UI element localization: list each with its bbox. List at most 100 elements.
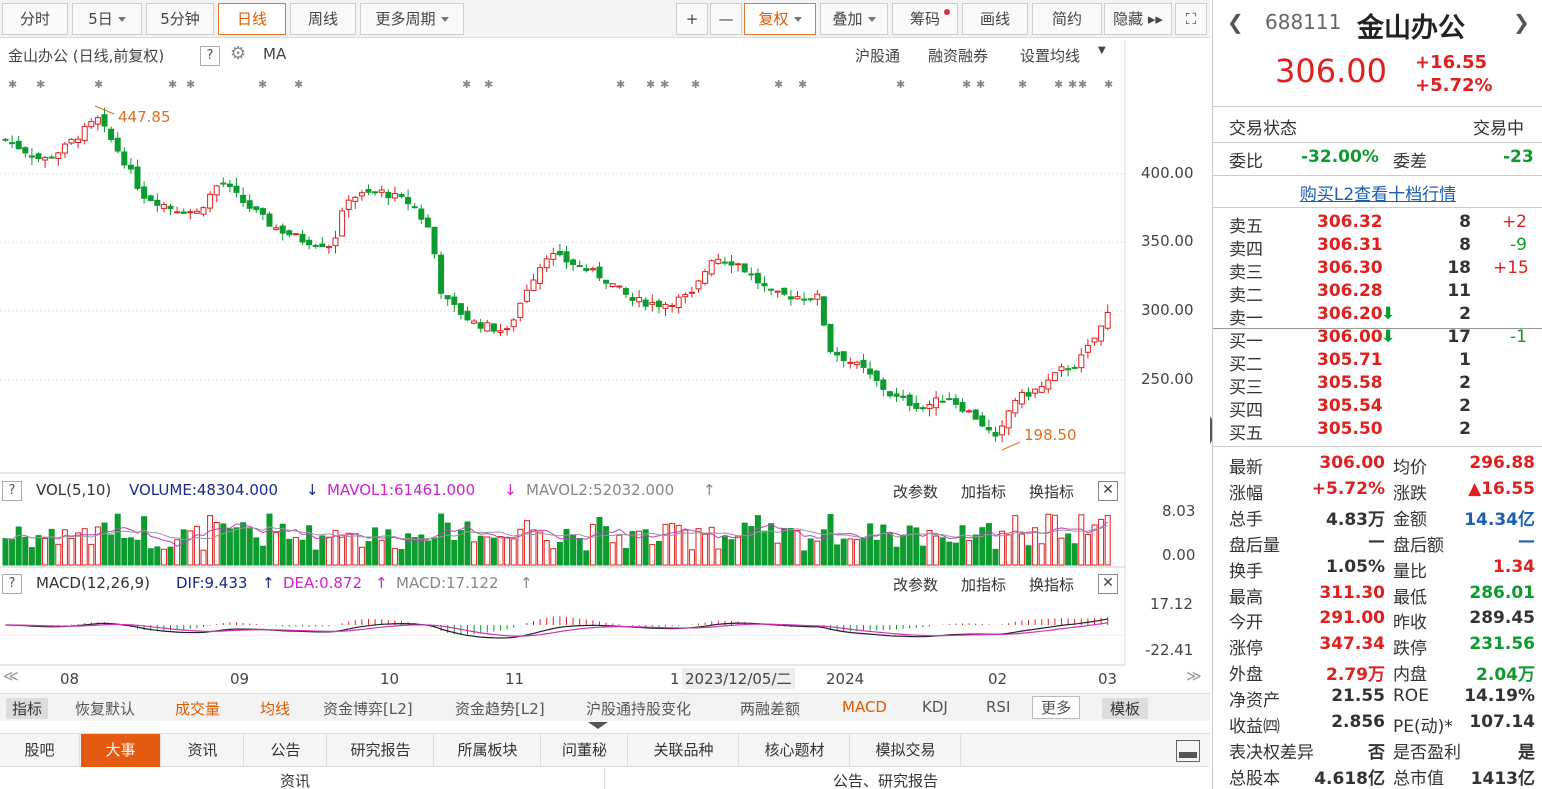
event-marker-icon[interactable]: ✱: [484, 78, 493, 91]
vol-switch-indicator-button[interactable]: 换指标: [1029, 481, 1074, 502]
tab-news[interactable]: 资讯: [162, 734, 244, 767]
restore-default-button[interactable]: 恢复默认: [75, 698, 135, 719]
volume-bar: [609, 542, 616, 566]
event-marker-icon[interactable]: ✱: [1018, 78, 1027, 91]
candle: [504, 328, 511, 331]
volume-bar: [728, 539, 735, 566]
volume-bar: [1051, 514, 1058, 566]
tab-announcements[interactable]: 公告: [245, 734, 327, 767]
volume-bar: [1065, 533, 1072, 566]
event-marker-icon[interactable]: ✱: [798, 78, 807, 91]
candle: [35, 153, 42, 159]
volume-bar: [985, 523, 992, 566]
event-marker-icon[interactable]: ✱: [646, 78, 655, 91]
arrow-down-icon: ⬇: [1381, 304, 1396, 324]
stat-label: 跌停: [1393, 639, 1427, 660]
fund-game-button[interactable]: 资金博弈[L2]: [323, 698, 413, 719]
candle: [114, 137, 121, 152]
volume-bar: [372, 527, 379, 566]
event-marker-icon[interactable]: ✱: [186, 78, 195, 91]
tab-sectors[interactable]: 所属板块: [435, 734, 541, 767]
volume-bar: [827, 514, 834, 566]
event-marker-icon[interactable]: ✱: [1054, 78, 1063, 91]
event-marker-icon[interactable]: ✱: [8, 78, 17, 91]
event-marker-icon[interactable]: ✱: [1068, 78, 1077, 91]
rsi-indicator-button[interactable]: RSI: [986, 698, 1010, 716]
bottom-content-header: 资讯 公告、研究报告: [0, 768, 1210, 789]
tab-events[interactable]: 大事: [81, 734, 161, 767]
candle: [55, 152, 62, 159]
event-marker-icon[interactable]: ✱: [896, 78, 905, 91]
close-icon[interactable]: ✕: [1098, 574, 1118, 594]
kdj-indicator-button[interactable]: KDJ: [922, 698, 948, 716]
volume-bar: [9, 538, 16, 566]
macd-edit-params-button[interactable]: 改参数: [893, 574, 938, 595]
volume-bar: [75, 532, 82, 566]
quote-panel: ❮ 688111 金山办公 ❯ 306.00 +16.55 +5.72% 交易状…: [1212, 0, 1542, 789]
stat-label: 盘后量: [1229, 535, 1280, 556]
volume-bar: [174, 539, 181, 566]
close-icon[interactable]: ✕: [1098, 481, 1118, 501]
stat-label: 金额: [1393, 509, 1427, 530]
template-button[interactable]: 模板: [1102, 698, 1149, 719]
candle: [187, 211, 194, 214]
tab-sim-trading[interactable]: 模拟交易: [851, 734, 961, 767]
stat-label: ROE: [1393, 686, 1429, 707]
candle: [761, 283, 768, 287]
fund-trend-button[interactable]: 资金趋势[L2]: [455, 698, 545, 719]
scroll-left-icon[interactable]: ≪: [3, 667, 19, 685]
help-icon[interactable]: ?: [2, 574, 22, 594]
candle: [94, 117, 101, 125]
tab-related[interactable]: 关联品种: [629, 734, 739, 767]
event-marker-icon[interactable]: ✱: [774, 78, 783, 91]
volume-tick: 8.03: [1162, 502, 1196, 520]
event-marker-icon[interactable]: ✱: [258, 78, 267, 91]
order-label: 买一: [1229, 332, 1263, 352]
macd-switch-indicator-button[interactable]: 换指标: [1029, 574, 1074, 595]
prev-stock-icon[interactable]: ❮: [1227, 10, 1244, 34]
event-marker-icon[interactable]: ✱: [36, 78, 45, 91]
scroll-right-icon[interactable]: ≫: [1186, 667, 1202, 685]
tab-research[interactable]: 研究报告: [328, 734, 434, 767]
more-indicators-button[interactable]: 更多: [1032, 696, 1081, 719]
volume-bar: [834, 544, 841, 566]
volume-bar: [926, 529, 933, 566]
vol-add-indicator-button[interactable]: 加指标: [961, 481, 1006, 502]
indicator-tab[interactable]: 指标: [6, 698, 49, 719]
candle: [880, 379, 887, 390]
macd-indicator-button[interactable]: MACD: [842, 698, 887, 716]
order-price: 306.30: [1317, 258, 1383, 278]
volume-bar: [68, 537, 75, 566]
event-marker-icon[interactable]: ✱: [462, 78, 471, 91]
dock-panel-icon[interactable]: [1176, 740, 1200, 762]
ma-indicator-button[interactable]: 均线: [260, 698, 290, 719]
hk-holding-button[interactable]: 沪股通持股变化: [586, 698, 691, 719]
event-marker-icon[interactable]: ✱: [1078, 78, 1087, 91]
event-marker-icon[interactable]: ✱: [94, 78, 103, 91]
event-marker-icon[interactable]: ✱: [691, 78, 700, 91]
next-stock-icon[interactable]: ❯: [1513, 10, 1530, 34]
event-marker-icon[interactable]: ✱: [1104, 78, 1113, 91]
collapse-handle-icon[interactable]: [588, 722, 608, 730]
volume-bar: [451, 539, 458, 566]
order-label: 卖二: [1229, 286, 1263, 306]
vol-edit-params-button[interactable]: 改参数: [893, 481, 938, 502]
help-icon[interactable]: ?: [2, 481, 22, 501]
event-marker-icon[interactable]: ✱: [616, 78, 625, 91]
candle: [1058, 366, 1065, 371]
margin-diff-button[interactable]: 两融差额: [740, 698, 800, 719]
buy-l2-link[interactable]: 购买L2查看十档行情: [1213, 180, 1542, 205]
macd-add-indicator-button[interactable]: 加指标: [961, 574, 1006, 595]
event-marker-icon[interactable]: ✱: [660, 78, 669, 91]
volume-bar: [801, 550, 808, 566]
tab-guba[interactable]: 股吧: [0, 734, 80, 767]
event-marker-icon[interactable]: ✱: [168, 78, 177, 91]
volume-indicator-button[interactable]: 成交量: [175, 698, 220, 719]
volume-bar: [200, 549, 207, 566]
candle: [325, 246, 332, 249]
event-marker-icon[interactable]: ✱: [976, 78, 985, 91]
tab-core-themes[interactable]: 核心题材: [740, 734, 850, 767]
event-marker-icon[interactable]: ✱: [294, 78, 303, 91]
tab-ask-board[interactable]: 问董秘: [542, 734, 628, 767]
event-marker-icon[interactable]: ✱: [962, 78, 971, 91]
